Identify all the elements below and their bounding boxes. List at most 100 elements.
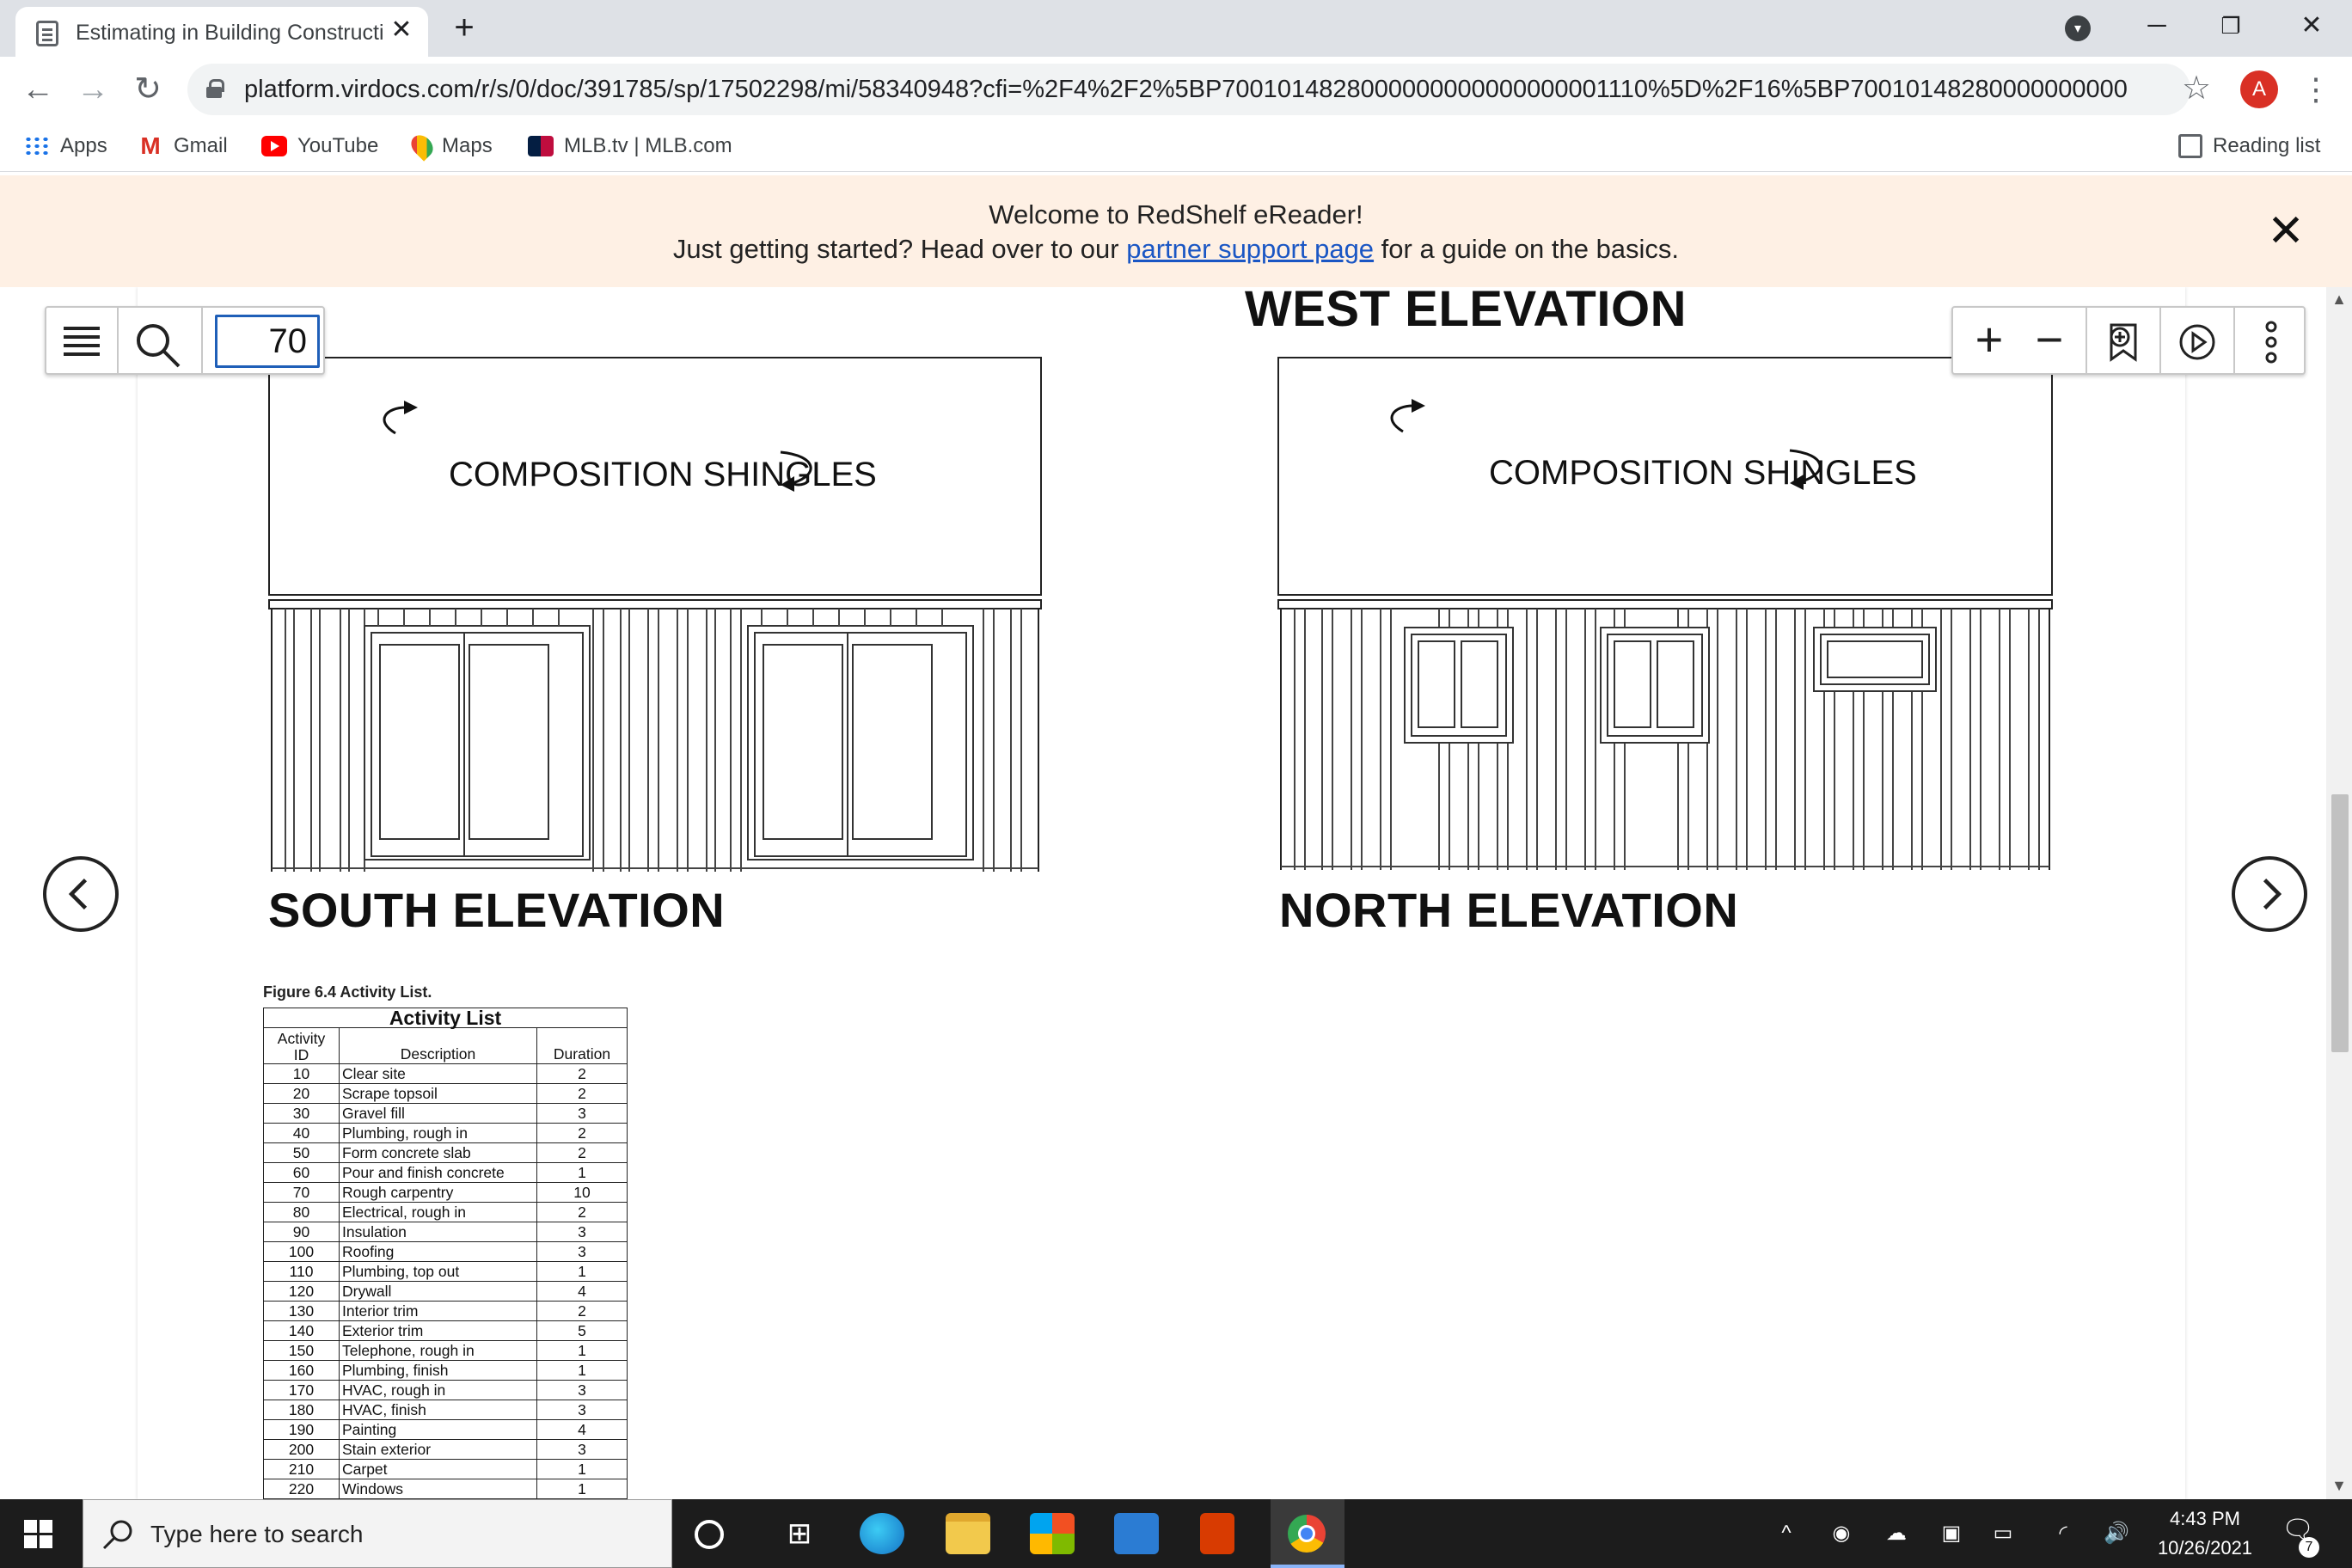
activity-description-cell: Electrical, rough in (339, 1202, 537, 1222)
activity-duration-cell: 3 (536, 1222, 628, 1242)
add-bookmark-icon[interactable] (2103, 322, 2144, 363)
close-window-button[interactable]: ✕ (2282, 7, 2342, 45)
next-page-button[interactable] (2232, 856, 2307, 932)
reload-button[interactable]: ↻ (127, 69, 168, 110)
activity-description-cell: Telephone, rough in (339, 1340, 537, 1361)
battery-icon[interactable]: ▭ (1989, 1522, 2017, 1546)
clock-time[interactable]: 4:43 PM (2141, 1508, 2269, 1530)
divider (2233, 308, 2235, 373)
partner-support-link[interactable]: partner support page (1126, 234, 1374, 264)
read-aloud-play-icon[interactable] (2178, 323, 2216, 361)
activity-duration-cell: 1 (536, 1340, 628, 1361)
drawing-circle-fragment (1100, 287, 1178, 296)
office-icon[interactable] (1200, 1513, 1234, 1554)
browser-menu-icon[interactable]: ⋮ (2299, 70, 2333, 108)
volume-icon[interactable]: 🔊 (2103, 1522, 2130, 1546)
bookmark-star-icon[interactable]: ☆ (2177, 69, 2216, 108)
show-hidden-icons-chevron[interactable]: ^ (1773, 1522, 1800, 1546)
scroll-down-arrow[interactable]: ▼ (2331, 1477, 2347, 1495)
zoom-out-button[interactable]: − (2022, 308, 2077, 373)
roof-arrow-left (383, 406, 407, 435)
onedrive-cloud-icon[interactable]: ☁ (1883, 1522, 1910, 1546)
scroll-up-arrow[interactable]: ▲ (2331, 291, 2347, 309)
activity-duration-cell: 3 (536, 1439, 628, 1460)
activity-duration-cell: 4 (536, 1419, 628, 1440)
table-row: 30 Gravel fill 3 (263, 1103, 628, 1124)
bookmark-mlb[interactable]: MLB.tv | MLB.com (528, 129, 732, 163)
table-of-contents-icon[interactable] (64, 327, 100, 358)
chrome-taskbar-item[interactable] (1271, 1499, 1344, 1568)
bookmark-apps[interactable]: Apps (24, 129, 107, 163)
tab-close-button[interactable]: ✕ (387, 15, 416, 45)
forward-button[interactable]: → (72, 69, 113, 110)
lock-icon[interactable] (206, 79, 224, 98)
activity-description-cell: Interior trim (339, 1301, 537, 1321)
microsoft-store-icon[interactable] (1030, 1513, 1075, 1554)
reading-list-button[interactable]: Reading list (2178, 129, 2320, 163)
activity-description-cell: Windows (339, 1479, 537, 1499)
table-row: 140 Exterior trim 5 (263, 1320, 628, 1341)
back-button[interactable]: ← (17, 69, 58, 110)
task-view-icon[interactable]: ⊞ (777, 1513, 822, 1554)
activity-id-cell: 40 (263, 1123, 340, 1143)
previous-page-button[interactable] (43, 856, 119, 932)
more-options-icon[interactable] (2261, 320, 2282, 364)
activity-id-cell: 130 (263, 1301, 340, 1321)
activity-id-cell: 170 (263, 1380, 340, 1400)
activity-description-cell: Scrape topsoil (339, 1083, 537, 1104)
table-row: 210 Carpet 1 (263, 1459, 628, 1479)
edge-browser-icon[interactable] (860, 1513, 904, 1554)
banner-close-button[interactable]: ✕ (2264, 209, 2307, 254)
table-row: 50 Form concrete slab 2 (263, 1142, 628, 1163)
activity-id-cell: 120 (263, 1281, 340, 1302)
activity-description-cell: Exterior trim (339, 1320, 537, 1341)
cortana-icon[interactable] (695, 1520, 724, 1549)
activity-id-cell: 220 (263, 1479, 340, 1499)
tab-search-icon[interactable]: ▾ (2065, 15, 2091, 41)
scrollbar-thumb[interactable] (2331, 794, 2349, 1052)
bookmark-label: MLB.tv | MLB.com (564, 134, 732, 157)
activity-id-cell: 210 (263, 1459, 340, 1479)
bookmark-maps[interactable]: Maps (407, 129, 493, 163)
minimize-button[interactable]: ─ (2127, 7, 2187, 45)
new-tab-button[interactable]: + (447, 10, 481, 45)
activity-id-cell: 30 (263, 1103, 340, 1124)
bookmark-youtube[interactable]: YouTube (261, 129, 378, 163)
file-explorer-icon[interactable] (946, 1513, 990, 1554)
windows-start-icon[interactable] (24, 1520, 53, 1549)
windows-ink-icon[interactable]: ▣ (1938, 1522, 1965, 1546)
clock-date[interactable]: 10/26/2021 (2141, 1537, 2269, 1559)
page-number-input[interactable] (215, 315, 320, 368)
search-icon[interactable] (132, 320, 182, 370)
search-icon (102, 1520, 132, 1550)
bookmark-gmail[interactable]: M Gmail (138, 129, 227, 163)
gmail-icon: M (140, 132, 161, 159)
bookmarks-bar: Apps M Gmail YouTube Maps MLB.tv | MLB.c… (0, 122, 2352, 172)
page-scrollbar[interactable]: ▲ ▼ (2326, 287, 2352, 1499)
divider (117, 308, 119, 373)
activity-duration-cell: 2 (536, 1202, 628, 1222)
south-elevation-title: SOUTH ELEVATION (268, 883, 726, 937)
activity-id-cell: 60 (263, 1162, 340, 1183)
activity-id-cell: 110 (263, 1261, 340, 1282)
column-header-description: Description (339, 1027, 537, 1064)
activity-id-cell: 10 (263, 1063, 340, 1084)
address-bar[interactable]: platform.virdocs.com/r/s/0/doc/391785/sp… (187, 64, 2211, 115)
zoom-in-button[interactable]: + (1962, 308, 2017, 373)
activity-description-cell: Rough carpentry (339, 1182, 537, 1203)
mlb-icon (528, 136, 554, 156)
restore-button[interactable]: ❐ (2201, 7, 2261, 45)
taskbar-search-box[interactable]: Type here to search (83, 1499, 672, 1568)
browser-tab[interactable]: Estimating in Building Constructi ✕ (15, 7, 428, 57)
activity-duration-cell: 4 (536, 1281, 628, 1302)
activity-description-cell: Painting (339, 1419, 537, 1440)
south-roof-label: COMPOSITION SHINGLES (449, 456, 877, 493)
mail-icon[interactable] (1114, 1513, 1159, 1554)
wifi-icon[interactable]: ◜ (2049, 1522, 2077, 1546)
divider (2086, 308, 2087, 373)
chrome-icon-center (1298, 1525, 1315, 1542)
profile-avatar[interactable]: A (2240, 70, 2278, 108)
header-text: Activity (277, 1030, 326, 1047)
activity-description-cell: Clear site (339, 1063, 537, 1084)
meet-now-icon[interactable]: ◉ (1828, 1522, 1855, 1546)
